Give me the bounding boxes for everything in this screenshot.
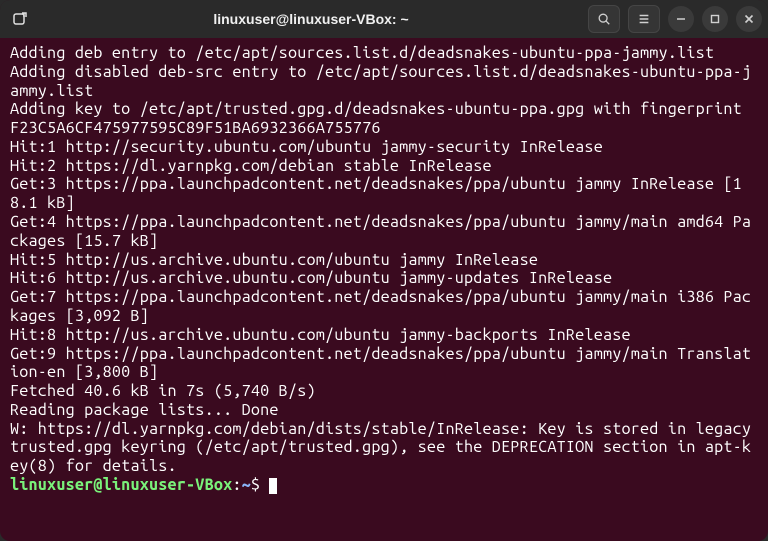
menu-button[interactable] [628, 5, 660, 33]
maximize-icon [709, 13, 721, 25]
output-line: Adding disabled deb-src entry to /etc/ap… [10, 63, 751, 100]
output-line: Reading package lists... Done [10, 401, 279, 419]
output-line: Get:4 https://ppa.launchpadcontent.net/d… [10, 213, 751, 250]
prompt-colon: : [232, 476, 241, 494]
terminal-window: linuxuser@linuxuser-VBox: ~ [0, 0, 768, 541]
close-button[interactable] [736, 6, 762, 32]
output-line: W: https://dl.yarnpkg.com/debian/dists/s… [10, 420, 760, 476]
terminal-output[interactable]: Adding deb entry to /etc/apt/sources.lis… [0, 38, 768, 541]
output-line: Fetched 40.6 kB in 7s (5,740 B/s) [10, 382, 316, 400]
output-line: Hit:2 https://dl.yarnpkg.com/debian stab… [10, 157, 492, 175]
prompt-dollar: $ [251, 476, 260, 494]
hamburger-icon [637, 12, 651, 26]
output-line: Get:9 https://ppa.launchpadcontent.net/d… [10, 345, 751, 382]
minimize-icon [675, 13, 687, 25]
output-line: Hit:5 http://us.archive.ubuntu.com/ubunt… [10, 251, 538, 269]
output-line: Get:7 https://ppa.launchpadcontent.net/d… [10, 288, 751, 325]
cursor [269, 478, 277, 494]
window-title: linuxuser@linuxuser-VBox: ~ [42, 11, 580, 27]
titlebar: linuxuser@linuxuser-VBox: ~ [0, 0, 768, 38]
output-line: Get:3 https://ppa.launchpadcontent.net/d… [10, 175, 742, 212]
titlebar-left [6, 5, 34, 33]
new-tab-icon [12, 11, 28, 27]
search-icon [597, 12, 611, 26]
prompt-user-host: linuxuser@linuxuser-VBox [10, 476, 232, 494]
close-icon [743, 13, 755, 25]
output-line: Hit:8 http://us.archive.ubuntu.com/ubunt… [10, 326, 631, 344]
search-button[interactable] [588, 5, 620, 33]
new-tab-button[interactable] [6, 5, 34, 33]
output-line: Adding key to /etc/apt/trusted.gpg.d/dea… [10, 100, 751, 137]
output-line: Hit:6 http://us.archive.ubuntu.com/ubunt… [10, 269, 612, 287]
output-line: Adding deb entry to /etc/apt/sources.lis… [10, 44, 714, 62]
prompt-path: ~ [242, 476, 251, 494]
titlebar-right [588, 5, 762, 33]
maximize-button[interactable] [702, 6, 728, 32]
minimize-button[interactable] [668, 6, 694, 32]
output-line: Hit:1 http://security.ubuntu.com/ubuntu … [10, 138, 603, 156]
